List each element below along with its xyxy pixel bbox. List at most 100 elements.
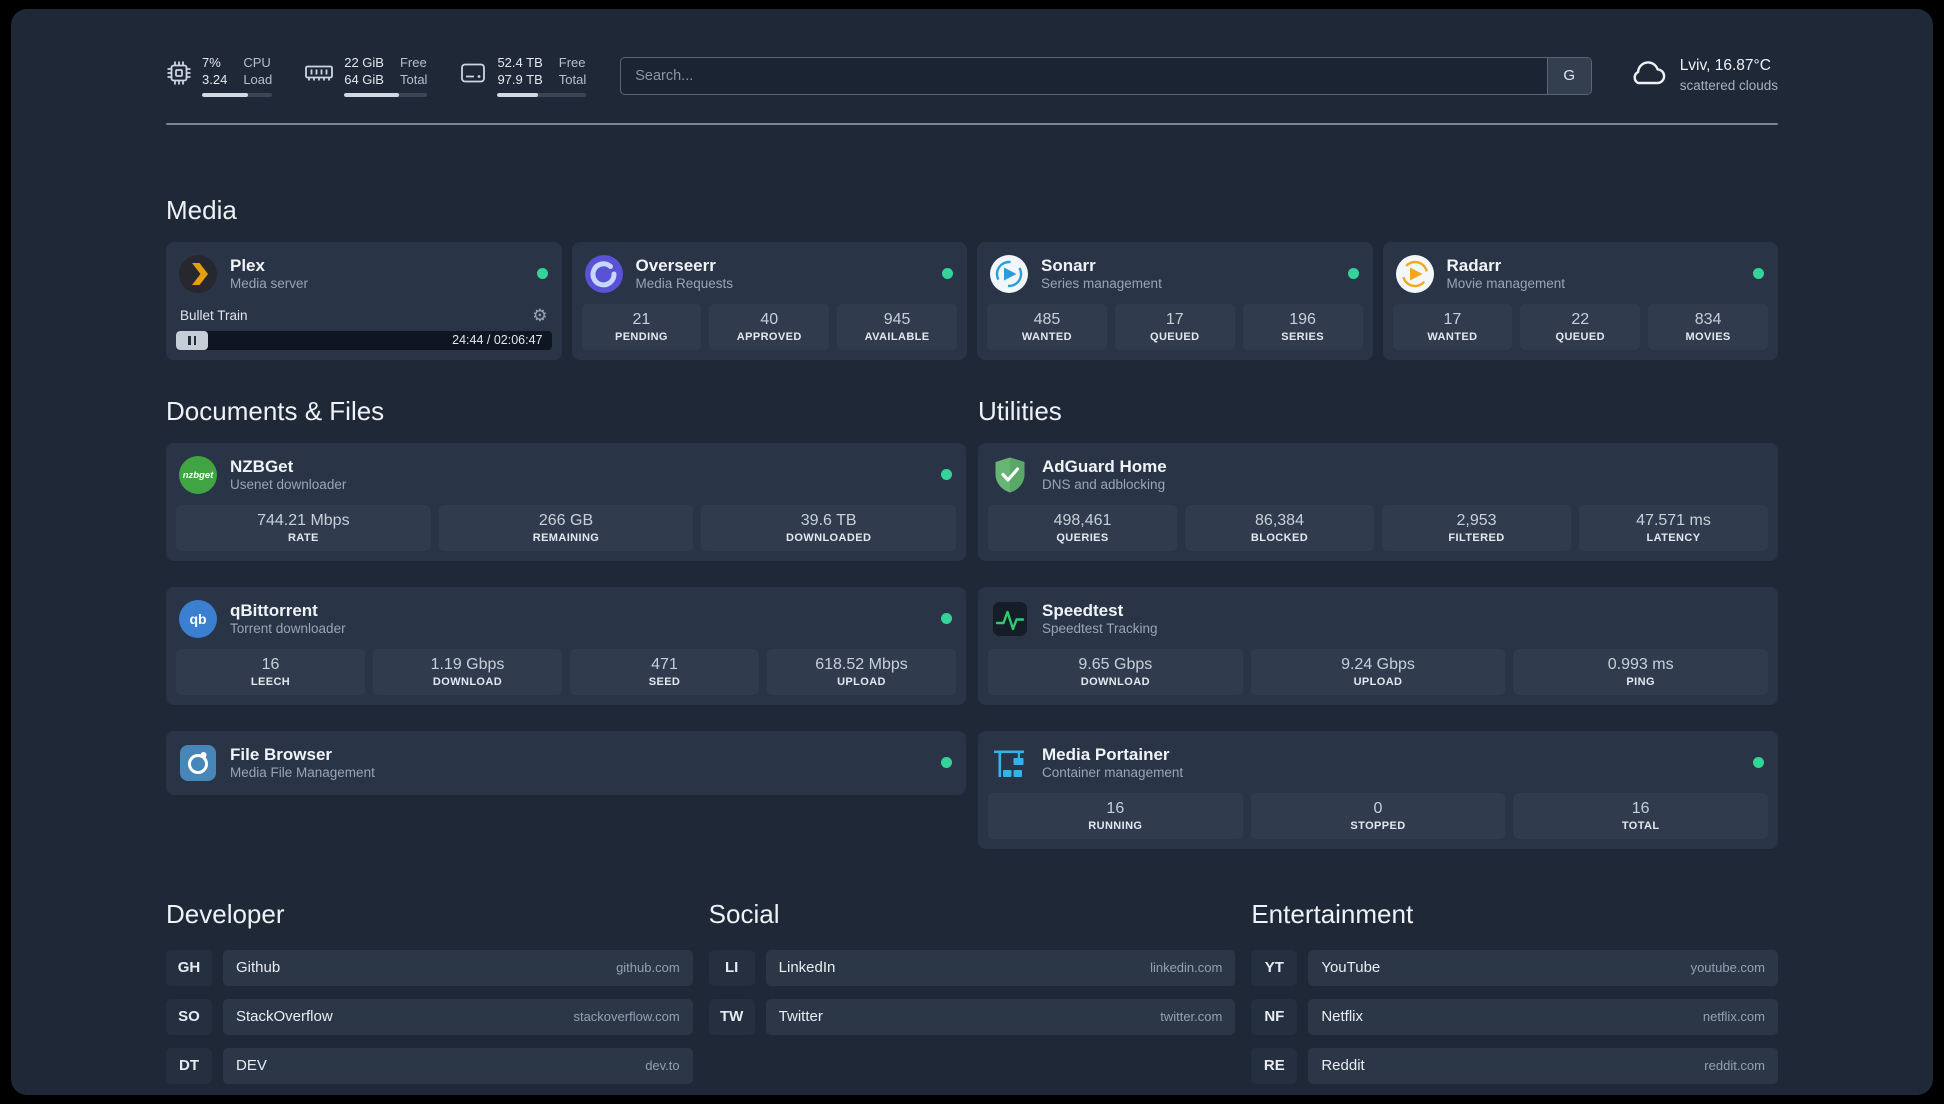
bookmark-dev[interactable]: DT DEV dev.to: [166, 1047, 693, 1084]
portainer-icon: [990, 743, 1030, 783]
stat-box: 86,384 BLOCKED: [1185, 504, 1374, 551]
service-name: qBittorrent: [230, 600, 318, 620]
service-name: Overseerr: [635, 255, 716, 275]
stat-box: 196 SERIES: [1242, 303, 1363, 350]
svg-text:qb: qb: [189, 611, 206, 627]
service-name: Speedtest: [1042, 600, 1124, 620]
qbittorrent-icon: qb: [178, 599, 218, 639]
bookmark-name: LinkedIn: [778, 959, 836, 977]
disk-total-value: 97.9 TB: [497, 71, 543, 87]
bookmark-domain: dev.to: [645, 1058, 680, 1074]
now-playing-widget: Bullet Train ⚙ 24:44 / 02:06:47: [176, 307, 552, 350]
stat-box: 485 WANTED: [987, 303, 1107, 350]
status-dot: [1753, 757, 1764, 769]
service-name: Radarr: [1446, 255, 1502, 275]
media-card-row: Plex Media server Bullet Train ⚙ 24:44 /…: [166, 241, 1778, 360]
service-name: Media Portainer: [1042, 744, 1170, 764]
status-dot: [942, 268, 953, 280]
resource-widgets: 7% 3.24 CPU Load 22 GiB 64 GiB Free Tota…: [166, 55, 587, 97]
stat-box: 471 SEED: [570, 648, 759, 695]
stat-box: 2,953 FILTERED: [1382, 504, 1571, 551]
svg-text:nzbget: nzbget: [183, 470, 214, 481]
status-dot: [941, 757, 952, 769]
nzbget-icon: nzbget: [178, 455, 218, 495]
search-input[interactable]: [621, 57, 1547, 94]
disk-free-value: 52.4 TB: [497, 55, 543, 70]
service-card-plex[interactable]: Plex Media server Bullet Train ⚙ 24:44 /…: [166, 241, 562, 360]
stat-box: 9.65 Gbps DOWNLOAD: [988, 648, 1243, 695]
radarr-icon: [1395, 254, 1435, 294]
stat-box: 744.21 Mbps RATE: [176, 504, 431, 551]
stat-box: 16 RUNNING: [988, 792, 1243, 839]
stat-box: 16 LEECH: [176, 648, 365, 695]
cpu-widget: 7% 3.24 CPU Load: [166, 55, 273, 97]
bookmark-group-social: Social LI LinkedIn linkedin.com TW Twitt…: [708, 898, 1236, 1048]
bookmark-group-title: Entertainment: [1251, 898, 1414, 929]
service-card-filebrowser[interactable]: File Browser Media File Management: [166, 730, 966, 795]
service-card-overseerr[interactable]: Overseerr Media Requests 21 PENDING 40 A…: [571, 241, 967, 360]
disk-free-label: Free: [558, 55, 586, 70]
stat-box: 21 PENDING: [581, 303, 702, 350]
sonarr-icon: [989, 254, 1029, 294]
bookmark-name: StackOverflow: [236, 1008, 333, 1026]
section-title-documents: Documents & Files: [166, 395, 385, 426]
memory-free-value: 22 GiB: [344, 55, 384, 70]
service-name: Plex: [230, 255, 265, 275]
service-subtitle: DNS and adblocking: [1042, 476, 1166, 492]
memory-widget: 22 GiB 64 GiB Free Total: [304, 55, 428, 97]
service-subtitle: Movie management: [1446, 275, 1566, 291]
cpu-load-label: Load: [243, 71, 273, 87]
bookmark-github[interactable]: GH Github github.com: [166, 949, 693, 986]
service-card-speedtest[interactable]: Speedtest Speedtest Tracking 9.65 Gbps D…: [978, 586, 1778, 705]
service-card-nzbget[interactable]: nzbget NZBGet Usenet downloader 744.21 M…: [166, 442, 966, 561]
stat-box: 1.19 Gbps DOWNLOAD: [373, 648, 562, 695]
service-subtitle: Series management: [1041, 275, 1162, 291]
stat-box: 47.571 ms LATENCY: [1579, 504, 1768, 551]
service-name: NZBGet: [230, 456, 294, 476]
section-title-media: Media: [166, 194, 237, 225]
pause-button[interactable]: [176, 330, 208, 350]
playback-time: 24:44 / 02:06:47: [452, 333, 543, 348]
bookmark-group-title: Developer: [166, 898, 285, 929]
service-card-sonarr[interactable]: Sonarr Series management 485 WANTED 17 Q…: [977, 241, 1373, 360]
status-dot: [941, 613, 952, 625]
speedtest-icon: [990, 599, 1030, 639]
filebrowser-icon: [178, 743, 218, 783]
bookmark-abbr: GH: [166, 949, 212, 986]
cpu-label: CPU: [243, 55, 271, 70]
bookmark-domain: youtube.com: [1690, 960, 1765, 976]
service-card-portainer[interactable]: Media Portainer Container management 16 …: [978, 730, 1778, 849]
bookmark-group-title: Social: [708, 898, 780, 929]
section-title-utilities: Utilities: [978, 395, 1062, 426]
bookmark-name: Github: [236, 959, 281, 977]
bookmark-abbr: RE: [1251, 1047, 1298, 1084]
service-card-qbittorrent[interactable]: qb qBittorrent Torrent downloader 16 LEE…: [166, 586, 966, 705]
memory-progress-bar: [344, 92, 428, 97]
service-card-adguard[interactable]: AdGuard Home DNS and adblocking 498,461 …: [978, 442, 1778, 561]
bookmark-stackoverflow[interactable]: SO StackOverflow stackoverflow.com: [166, 998, 693, 1035]
dashboard-window: 7% 3.24 CPU Load 22 GiB 64 GiB Free Tota…: [11, 9, 1933, 1095]
bookmark-group-developer: Developer GH Github github.com SO StackO…: [166, 899, 693, 1095]
plex-icon: [178, 254, 218, 294]
bookmark-domain: linkedin.com: [1150, 960, 1223, 976]
cloud-icon: [1626, 57, 1668, 94]
bookmark-youtube[interactable]: YT YouTube youtube.com: [1251, 949, 1778, 986]
bookmark-reddit[interactable]: RE Reddit reddit.com: [1251, 1047, 1778, 1084]
memory-ram-icon: [304, 60, 334, 91]
seek-bar[interactable]: 24:44 / 02:06:47: [176, 330, 552, 350]
stat-box: 945 AVAILABLE: [837, 303, 957, 350]
status-dot: [536, 268, 548, 280]
stat-box: 39.6 TB DOWNLOADED: [701, 504, 956, 551]
service-card-radarr[interactable]: Radarr Movie management 17 WANTED 22 QUE…: [1382, 241, 1778, 360]
bookmark-linkedin[interactable]: LI LinkedIn linkedin.com: [708, 949, 1236, 986]
bookmark-twitter[interactable]: TW Twitter twitter.com: [708, 998, 1236, 1035]
documents-column: Documents & Files nzbget NZBGet Usenet d…: [166, 360, 966, 795]
gear-icon[interactable]: ⚙: [532, 307, 547, 324]
memory-total-label: Total: [399, 71, 428, 87]
disk-widget: 52.4 TB 97.9 TB Free Total: [459, 55, 587, 97]
disk-drive-icon: [459, 60, 487, 91]
bookmark-netflix[interactable]: NF Netflix netflix.com: [1251, 998, 1778, 1035]
search-provider-button[interactable]: G: [1546, 57, 1591, 94]
overseerr-icon: [584, 254, 624, 294]
bookmark-abbr: LI: [708, 949, 755, 986]
